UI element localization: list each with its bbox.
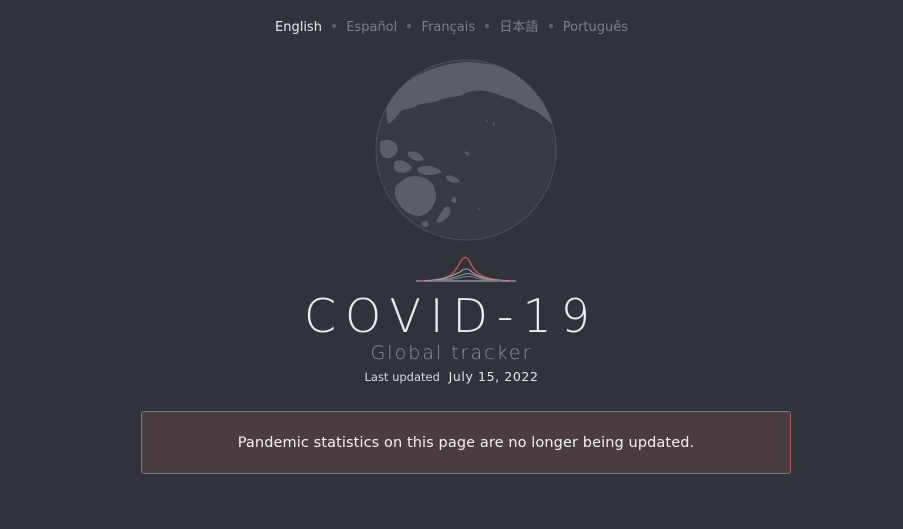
epidemic-curve-icon [416,256,516,282]
globe-icon [375,59,557,241]
page-subtitle: Global tracker [370,342,533,364]
language-link-french[interactable]: Français [422,20,476,35]
notice-banner: Pandemic statistics on this page are no … [141,411,791,474]
language-link-japanese[interactable]: 日本語 [499,20,538,35]
language-nav: English Español Français 日本語 Português [0,19,903,37]
last-updated: Last updated July 15, 2022 [0,369,903,385]
language-link-portuguese[interactable]: Português [563,20,628,35]
language-separator [407,24,412,28]
language-separator [332,24,337,28]
page-title: COVID-19 [303,289,600,343]
language-separator [548,24,553,28]
last-updated-date: July 15, 2022 [448,369,539,384]
language-link-spanish[interactable]: Español [346,20,397,35]
notice-message: Pandemic statistics on this page are no … [237,434,695,451]
language-separator [485,24,490,28]
page: English Español Français 日本語 Português C… [0,0,903,529]
last-updated-label: Last updated [364,370,440,384]
language-link-english[interactable]: English [275,20,322,35]
